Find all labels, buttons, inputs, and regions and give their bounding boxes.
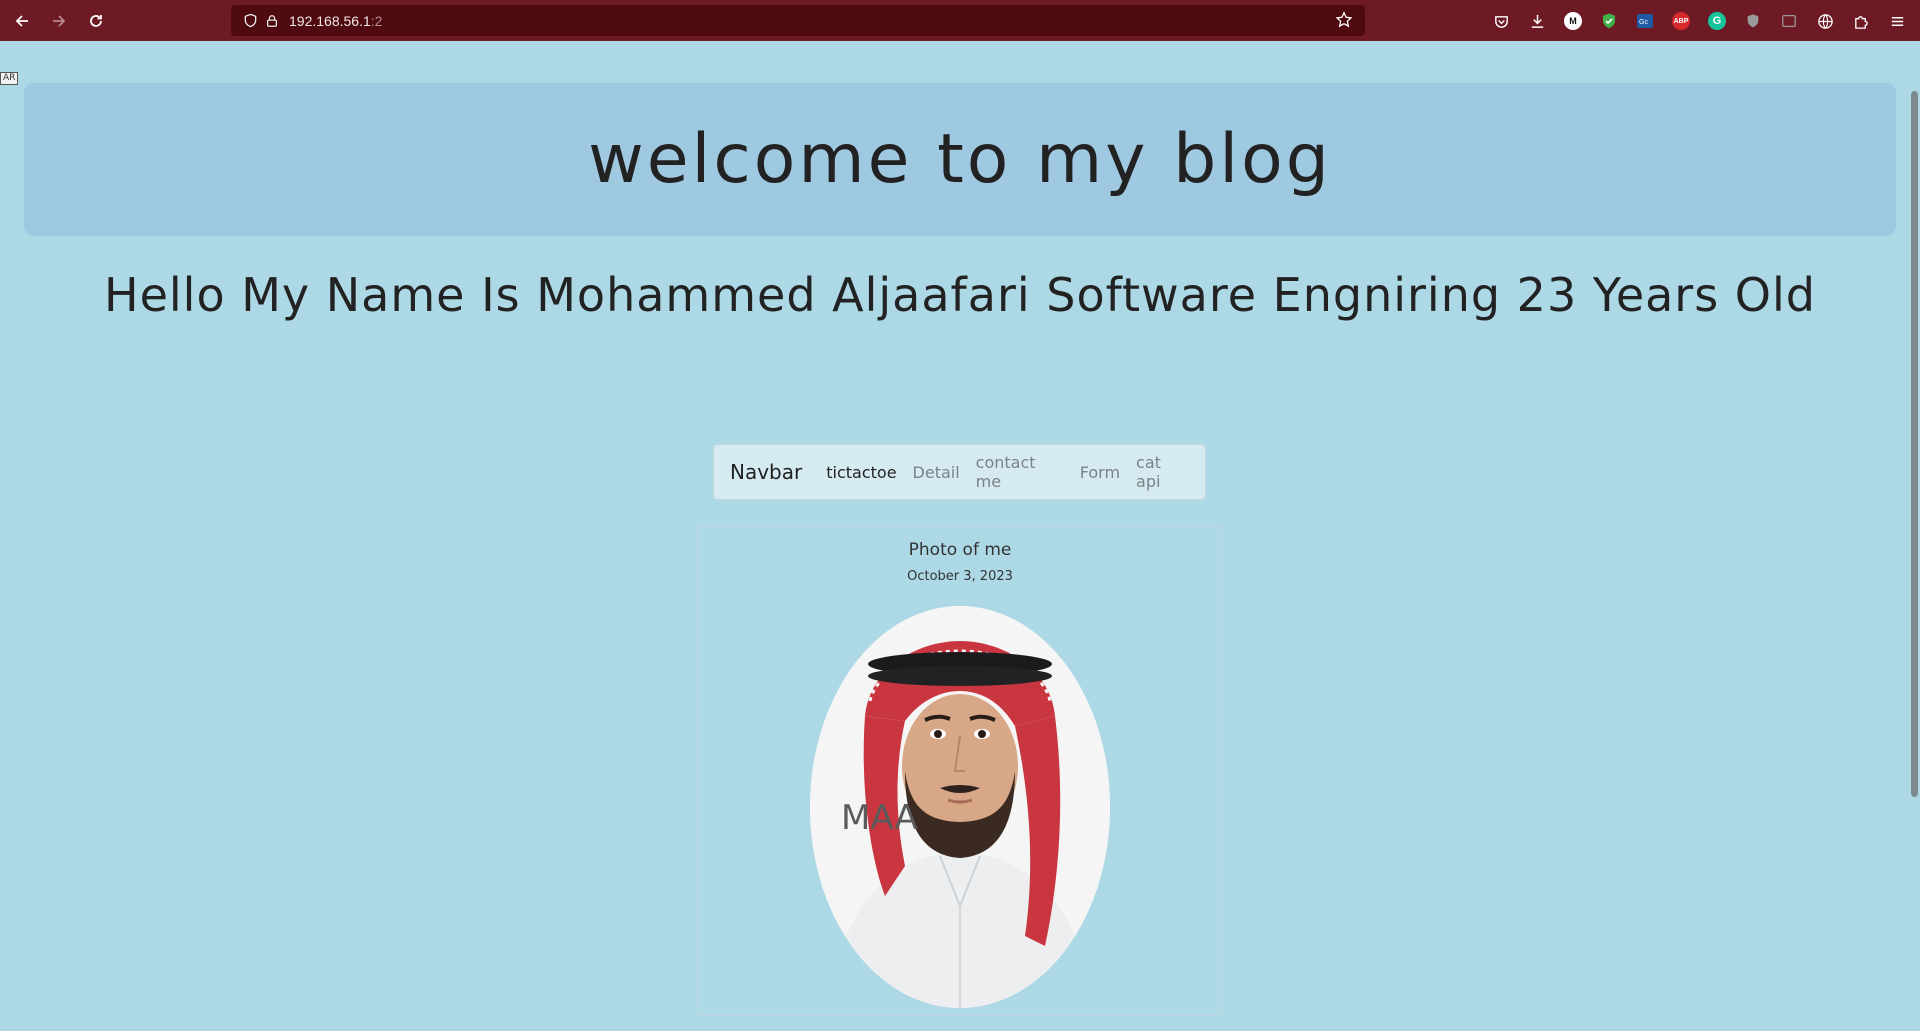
- download-icon[interactable]: [1524, 8, 1550, 34]
- menu-icon[interactable]: [1884, 8, 1910, 34]
- arrow-left-icon: [15, 14, 28, 27]
- nav-link-cat-api[interactable]: cat api: [1136, 453, 1189, 491]
- puzzle-icon[interactable]: [1848, 8, 1874, 34]
- nav-link-tictactoe[interactable]: tictactoe: [826, 463, 896, 482]
- page-title: welcome to my blog: [588, 120, 1332, 199]
- navbar: Navbar tictactoe Detail contact me Form …: [713, 444, 1206, 500]
- grammarly-icon[interactable]: G: [1704, 8, 1730, 34]
- post-title: Photo of me: [908, 540, 1012, 560]
- shield-gray-icon[interactable]: [1740, 8, 1766, 34]
- nav-link-form[interactable]: Form: [1080, 463, 1120, 482]
- photo-overlay-text: MAA: [841, 798, 918, 838]
- intro-heading: Hello My Name Is Mohammed Aljaafari Soft…: [104, 268, 1816, 322]
- jumbotron: welcome to my blog: [24, 83, 1896, 236]
- lock-icon[interactable]: [263, 12, 281, 30]
- window-icon[interactable]: [1776, 8, 1802, 34]
- m-icon[interactable]: M: [1560, 8, 1586, 34]
- svg-text:Gc: Gc: [1639, 19, 1648, 26]
- nav-link-contact-me[interactable]: contact me: [976, 453, 1064, 491]
- forward-button[interactable]: [41, 3, 77, 39]
- address-bar[interactable]: 192.168.56.1:2: [231, 5, 1365, 36]
- nav-link-detail[interactable]: Detail: [913, 463, 960, 482]
- extensions-toolbar: M Gc ABP G: [1488, 8, 1910, 34]
- reload-button[interactable]: [78, 3, 114, 39]
- arrow-right-icon: [53, 14, 66, 27]
- tracking-shield-icon[interactable]: [241, 12, 259, 30]
- scrollbar-thumb[interactable]: [1911, 91, 1918, 797]
- ar-language-marker[interactable]: AR: [0, 72, 19, 85]
- shield-green-icon[interactable]: [1596, 8, 1622, 34]
- translate-icon[interactable]: Gc: [1632, 8, 1658, 34]
- navbar-brand[interactable]: Navbar: [730, 460, 802, 484]
- url-text[interactable]: 192.168.56.1:2: [289, 13, 382, 29]
- post-date: October 3, 2023: [907, 569, 1013, 584]
- reload-icon: [90, 14, 102, 27]
- adblock-icon[interactable]: ABP: [1668, 8, 1694, 34]
- pocket-icon[interactable]: [1488, 8, 1514, 34]
- globe-icon[interactable]: [1812, 8, 1838, 34]
- bookmark-star-icon[interactable]: [1335, 11, 1353, 29]
- browser-toolbar: 192.168.56.1:2 M Gc ABP G: [0, 0, 1920, 41]
- back-button[interactable]: [4, 3, 40, 39]
- scrollbar[interactable]: [1908, 41, 1920, 1031]
